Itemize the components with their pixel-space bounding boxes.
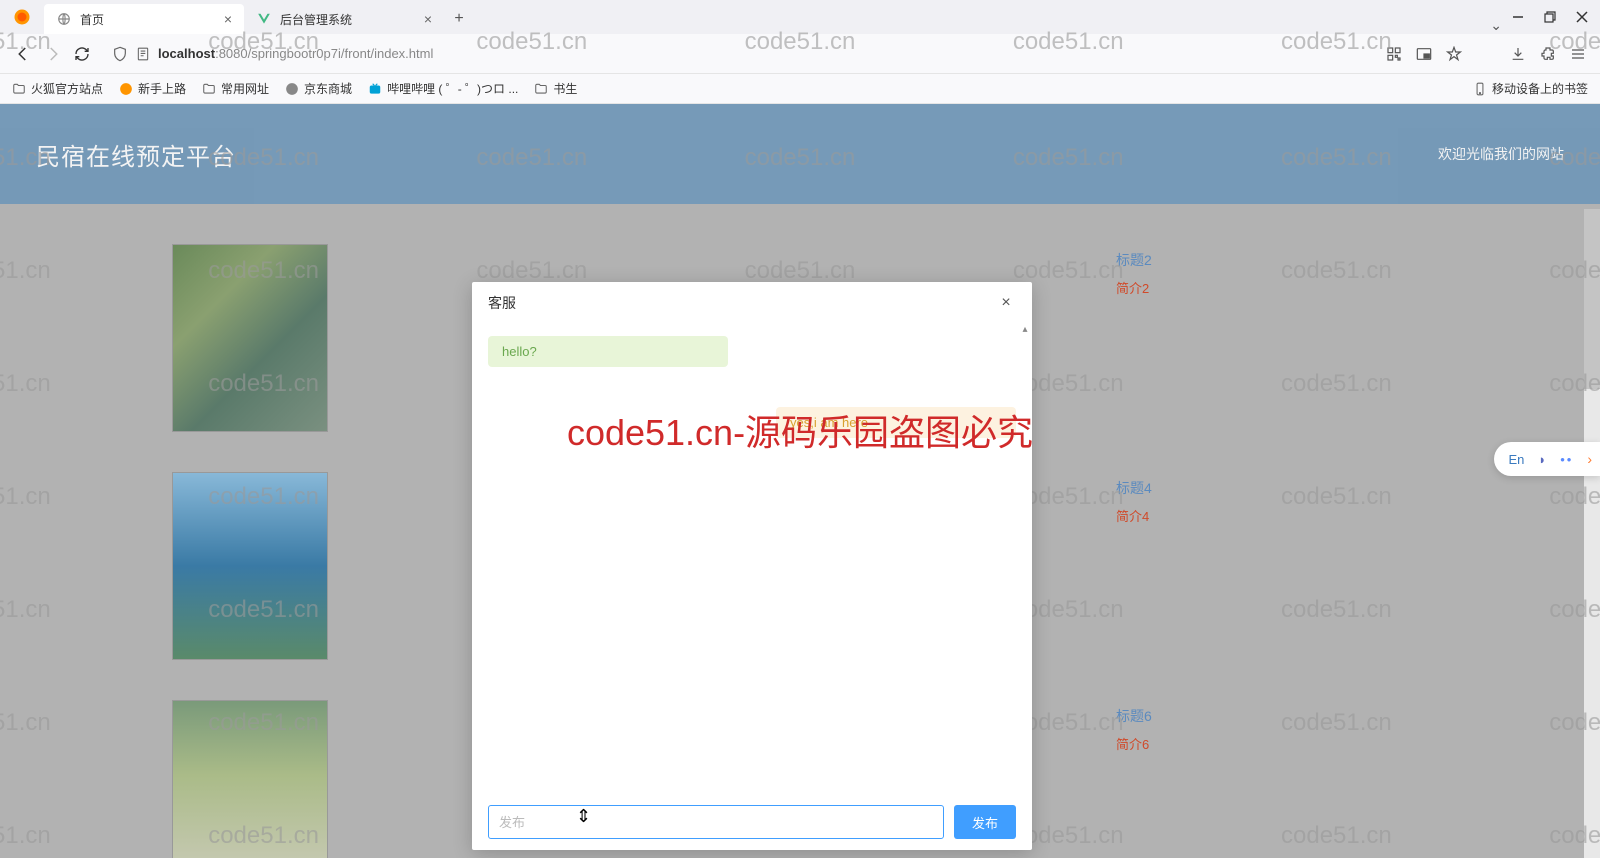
bookmark-common-urls[interactable]: 常用网址 <box>202 80 269 97</box>
chat-dialog: 客服 × hello? yes,i am here ▴ 发布 <box>472 282 1032 850</box>
pip-icon[interactable] <box>1416 46 1432 62</box>
listing-subtitle: 简介4 <box>1116 506 1152 525</box>
floating-toolbar[interactable]: En ◗ •• › <box>1494 442 1600 476</box>
dialog-title: 客服 <box>488 293 516 313</box>
url-host: localhost:8080/springbootr0p7i/front/ind… <box>158 46 433 61</box>
listing-thumbnail <box>172 700 328 858</box>
address-bar: localhost:8080/springbootr0p7i/front/ind… <box>0 34 1600 74</box>
bookmarks-bar: 火狐官方站点 新手上路 常用网址 京东商城 哔哩哔哩 ( ゜- ゜)つロ ...… <box>0 74 1600 104</box>
watermark-main: code51.cn-源码乐园盗图必究 <box>0 404 1600 456</box>
scroll-up-icon[interactable]: ▴ <box>1018 324 1032 338</box>
listing-subtitle: 简介6 <box>1116 734 1152 753</box>
qr-icon[interactable] <box>1386 46 1402 62</box>
menu-icon[interactable] <box>1570 46 1586 62</box>
extensions-icon[interactable] <box>1540 46 1556 62</box>
firefox-app-icon <box>8 3 36 31</box>
new-tab-button[interactable]: + <box>444 4 474 34</box>
page-scrollbar[interactable] <box>1584 209 1600 858</box>
reload-icon[interactable] <box>74 46 90 62</box>
chat-footer: 发布 <box>472 794 1032 850</box>
bilibili-icon <box>368 82 382 96</box>
close-window-icon[interactable] <box>1576 11 1588 23</box>
vue-icon <box>256 11 272 27</box>
firefox-icon <box>119 82 133 96</box>
chat-message-incoming: hello? <box>488 336 728 367</box>
forward-icon[interactable] <box>44 45 62 63</box>
jd-icon <box>285 82 299 96</box>
addrbar-actions <box>1386 46 1592 62</box>
welcome-text: 欢迎光临我们的网站 <box>1438 144 1564 164</box>
site-header: 民宿在线预定平台 欢迎光临我们的网站 <box>0 104 1600 204</box>
folder-icon <box>12 82 26 96</box>
page-viewport: 民宿在线预定平台 欢迎光临我们的网站 标题2 简介2 标题4 简 <box>0 104 1600 858</box>
download-icon[interactable] <box>1510 46 1526 62</box>
maximize-icon[interactable] <box>1544 11 1556 23</box>
star-icon[interactable] <box>1446 46 1462 62</box>
browser-titlebar: 首页 × 后台管理系统 × + ⌄ <box>0 0 1600 34</box>
close-icon[interactable]: × <box>220 11 236 27</box>
page-icon <box>136 47 150 61</box>
back-icon[interactable] <box>14 45 32 63</box>
folder-icon <box>202 82 216 96</box>
tab-admin[interactable]: 后台管理系统 × <box>244 4 444 34</box>
dialog-scrollbar[interactable]: ▴ <box>1018 324 1032 794</box>
chat-body[interactable]: hello? yes,i am here <box>472 324 1032 794</box>
url-box[interactable]: localhost:8080/springbootr0p7i/front/ind… <box>106 39 1376 69</box>
bookmark-bilibili[interactable]: 哔哩哔哩 ( ゜- ゜)つロ ... <box>368 80 518 97</box>
window-controls <box>1512 11 1600 23</box>
listing-title: 标题6 <box>1116 706 1152 726</box>
scrollbar-thumb[interactable] <box>1584 209 1600 389</box>
tab-title: 后台管理系统 <box>280 11 420 28</box>
chevron-right-icon[interactable]: › <box>1587 451 1592 467</box>
tab-homepage[interactable]: 首页 × <box>44 4 244 34</box>
listing-title: 标题2 <box>1116 250 1152 270</box>
shield-icon[interactable] <box>112 46 128 62</box>
folder-icon <box>534 82 548 96</box>
minimize-icon[interactable] <box>1512 11 1524 23</box>
bookmark-shusheng[interactable]: 书生 <box>534 80 577 97</box>
tab-strip: 首页 × 后台管理系统 × + <box>44 4 1480 34</box>
send-button[interactable]: 发布 <box>954 805 1016 839</box>
listing-title: 标题4 <box>1116 478 1152 498</box>
more-icon[interactable]: •• <box>1560 452 1573 467</box>
language-toggle[interactable]: En <box>1508 452 1524 467</box>
nav-controls <box>8 45 96 63</box>
tab-title: 首页 <box>80 11 220 28</box>
bookmark-firefox-official[interactable]: 火狐官方站点 <box>12 80 103 97</box>
listing-thumbnail <box>172 472 328 660</box>
globe-icon <box>56 11 72 27</box>
bookmark-jd[interactable]: 京东商城 <box>285 80 352 97</box>
listing-subtitle: 简介2 <box>1116 278 1152 297</box>
chat-input[interactable] <box>488 805 944 839</box>
dialog-header: 客服 × <box>472 282 1032 324</box>
close-icon[interactable]: × <box>996 293 1016 313</box>
close-icon[interactable]: × <box>420 11 436 27</box>
moon-icon[interactable]: ◗ <box>1538 452 1546 467</box>
tabs-dropdown-icon[interactable]: ⌄ <box>1480 17 1512 34</box>
mobile-icon <box>1473 82 1487 96</box>
bookmark-mobile[interactable]: 移动设备上的书签 <box>1473 80 1588 97</box>
bookmark-newbie[interactable]: 新手上路 <box>119 80 186 97</box>
site-brand: 民宿在线预定平台 <box>36 137 236 172</box>
